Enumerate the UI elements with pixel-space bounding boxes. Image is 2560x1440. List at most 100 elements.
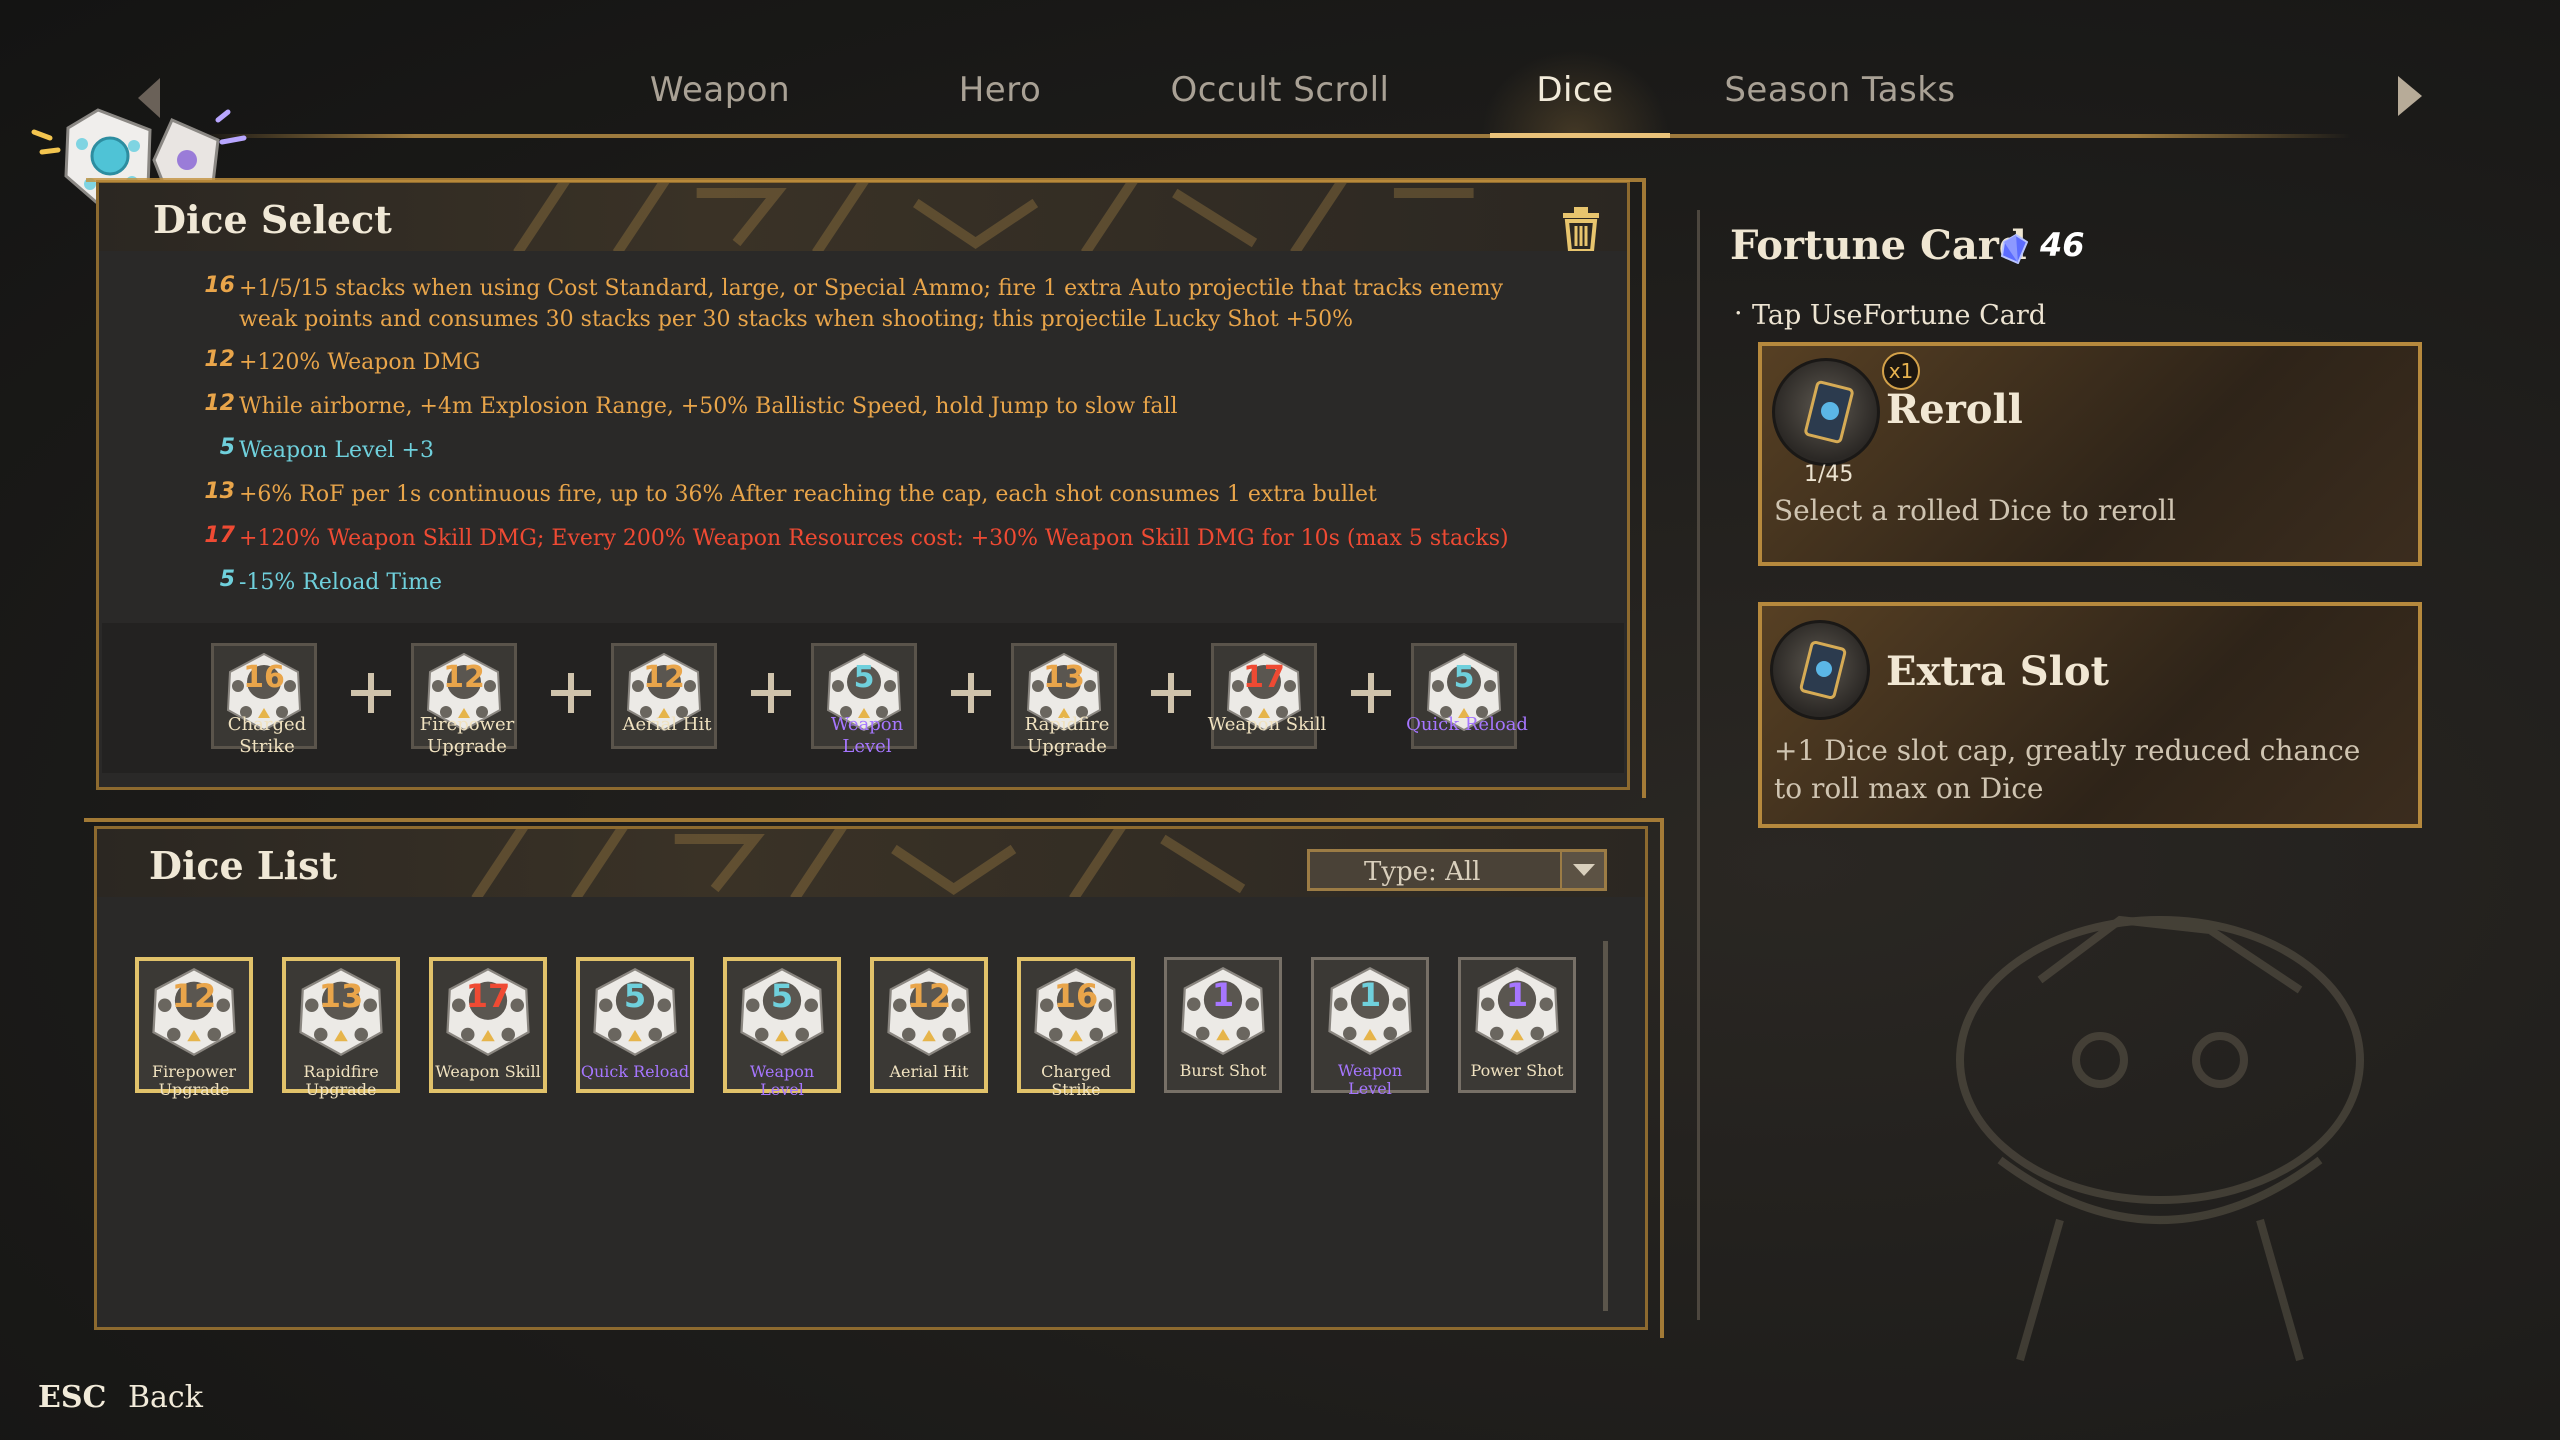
dice-value: 12 (643, 660, 685, 695)
fortune-card-title: Fortune Card (1730, 222, 2027, 269)
effect-text: +120% Weapon DMG (239, 350, 481, 375)
dice-value: 16 (1053, 977, 1099, 1015)
tarot-card-icon (1772, 358, 1880, 466)
reroll-count-badge: x1 (1882, 352, 1920, 390)
effect-text: Weapon Level +3 (239, 438, 434, 463)
plus-icon (751, 673, 791, 713)
back-button[interactable]: ESC Back (38, 1380, 203, 1415)
combo-dice-slot[interactable]: 17 Weapon Skill (1208, 643, 1326, 749)
dice-value: 5 (853, 660, 875, 695)
extra-slot-description: +1 Dice slot cap, greatly reduced chance… (1774, 734, 2361, 805)
dice-list-scrollbar[interactable] (1603, 941, 1608, 1311)
dice-list-item[interactable]: 1 Weapon Level (1311, 957, 1429, 1098)
dice-value: 12 (906, 977, 952, 1015)
type-filter-label: Type: All (1364, 857, 1481, 887)
dice-name: Weapon Level (1337, 1061, 1403, 1098)
dice-select-title: Dice Select (153, 197, 392, 242)
dice-list-item[interactable]: 1 Burst Shot (1164, 957, 1282, 1093)
effect-level: 16 (204, 273, 235, 298)
combo-dice-slot[interactable]: 12 Aerial Hit (611, 643, 717, 749)
plus-icon (1351, 673, 1391, 713)
fortune-card-count: 46 (2040, 226, 2085, 264)
dice-select-panel: Dice Select 16 +1/5/15 stacks when using… (96, 180, 1630, 790)
dice-value: 5 (770, 977, 794, 1015)
chevron-right-icon[interactable] (2398, 76, 2422, 116)
dice-value: 13 (318, 977, 364, 1015)
effect-text: +1/5/15 stacks when using Cost Standard,… (239, 276, 1504, 332)
tarot-card-icon (1804, 380, 1854, 444)
dice-list-header: Dice List Type: All (97, 829, 1645, 897)
dice-value: 12 (171, 977, 217, 1015)
type-filter-dropdown[interactable]: Type: All (1307, 849, 1607, 891)
dice-value: 17 (1243, 660, 1285, 695)
active-tab-indicator (1490, 133, 1670, 138)
dice-list-item[interactable]: 5 Weapon Level (723, 957, 841, 1099)
dice-list-item[interactable]: 12 Firepower Upgrade (135, 957, 253, 1099)
chevron-down-icon[interactable] (1560, 852, 1604, 888)
trash-icon[interactable] (1559, 205, 1603, 251)
dice-name: Rapidfire Upgrade (1024, 714, 1110, 757)
dice-list-panel: Dice List Type: All 12 Firepower Upgrade 1… (94, 826, 1648, 1330)
tab-dice[interactable]: Dice (1480, 70, 1670, 126)
dice-value: 1 (1505, 976, 1529, 1014)
dice-list-item[interactable]: 12 Aerial Hit (870, 957, 988, 1093)
combo-dice-slot[interactable]: 13 Rapidfire Upgrade (1011, 643, 1117, 757)
reroll-card[interactable]: x1 Reroll 1/45 Select a rolled Dice to r… (1758, 342, 2422, 566)
reroll-description: Select a rolled Dice to reroll (1774, 494, 2176, 527)
dice-list-item[interactable]: 17 Weapon Skill (429, 957, 547, 1093)
plus-icon (951, 673, 991, 713)
tab-season-tasks[interactable]: Season Tasks (1700, 70, 1980, 126)
dice-value: 1 (1358, 976, 1382, 1014)
effect-text: While airborne, +4m Explosion Range, +50… (239, 394, 1178, 419)
effect-text: -15% Reload Time (239, 570, 442, 595)
dice-name: Aerial Hit (889, 1062, 969, 1081)
dice-name: Charged Strike (1041, 1062, 1111, 1099)
effect-level: 17 (204, 523, 235, 548)
effect-level: 13 (204, 479, 235, 504)
dice-name: Firepower Upgrade (419, 714, 515, 757)
background-mascot (1956, 915, 2364, 1362)
dice-list-item[interactable]: 16 Charged Strike (1017, 957, 1135, 1099)
tarot-card-icon (1770, 620, 1870, 720)
dice-name: Quick Reload (1406, 714, 1528, 735)
reroll-uses: 1/45 (1804, 462, 1854, 487)
dice-name: Aerial Hit (622, 714, 712, 735)
dice-value: 5 (623, 977, 647, 1015)
extra-slot-card[interactable]: Extra Slot +1 Dice slot cap, greatly red… (1758, 602, 2422, 828)
dice-value: 12 (443, 660, 485, 695)
dice-list-item[interactable]: 1 Power Shot (1458, 957, 1576, 1093)
combo-dice-slot[interactable]: 16 Charged Strike (211, 643, 317, 757)
effect-level: 12 (204, 391, 235, 416)
plus-icon (351, 673, 391, 713)
tab-weapon[interactable]: Weapon (620, 70, 820, 126)
back-label: Back (127, 1380, 203, 1415)
combo-dice-slot[interactable]: 5 Quick Reload (1406, 643, 1528, 749)
dice-list-item[interactable]: 5 Quick Reload (576, 957, 694, 1093)
dice-value: 13 (1043, 660, 1085, 695)
tab-hero[interactable]: Hero (900, 70, 1100, 126)
dice-name: Charged Strike (227, 714, 307, 757)
reroll-title: Reroll (1886, 386, 2023, 433)
combo-dice-slot[interactable]: 5 Weapon Level (811, 643, 917, 757)
dice-name: Weapon Level (830, 714, 904, 757)
dice-select-header: Dice Select (99, 183, 1627, 251)
dice-name: Weapon Skill (435, 1062, 541, 1081)
esc-key-label: ESC (38, 1380, 107, 1415)
plus-icon (551, 673, 591, 713)
dice-name: Quick Reload (580, 1062, 690, 1081)
combo-dice-slot[interactable]: 12 Firepower Upgrade (411, 643, 517, 757)
tab-occult-scroll[interactable]: Occult Scroll (1150, 70, 1410, 126)
dice-value: 5 (1453, 660, 1475, 695)
dice-name: Weapon Level (749, 1062, 815, 1099)
effect-text: +120% Weapon Skill DMG; Every 200% Weapo… (239, 526, 1509, 551)
effect-level: 12 (204, 347, 235, 372)
dice-name: Rapidfire Upgrade (303, 1062, 379, 1099)
dice-list-title: Dice List (149, 843, 338, 888)
fortune-card-hint: Tap UseFortune Card (1734, 298, 2046, 331)
dice-value: 1 (1211, 976, 1235, 1014)
dice-list-item[interactable]: 13 Rapidfire Upgrade (282, 957, 400, 1099)
effect-level: 5 (219, 567, 235, 592)
dice-value: 17 (465, 977, 511, 1015)
right-divider (1697, 210, 1700, 1320)
tarot-card-icon (1799, 640, 1847, 700)
